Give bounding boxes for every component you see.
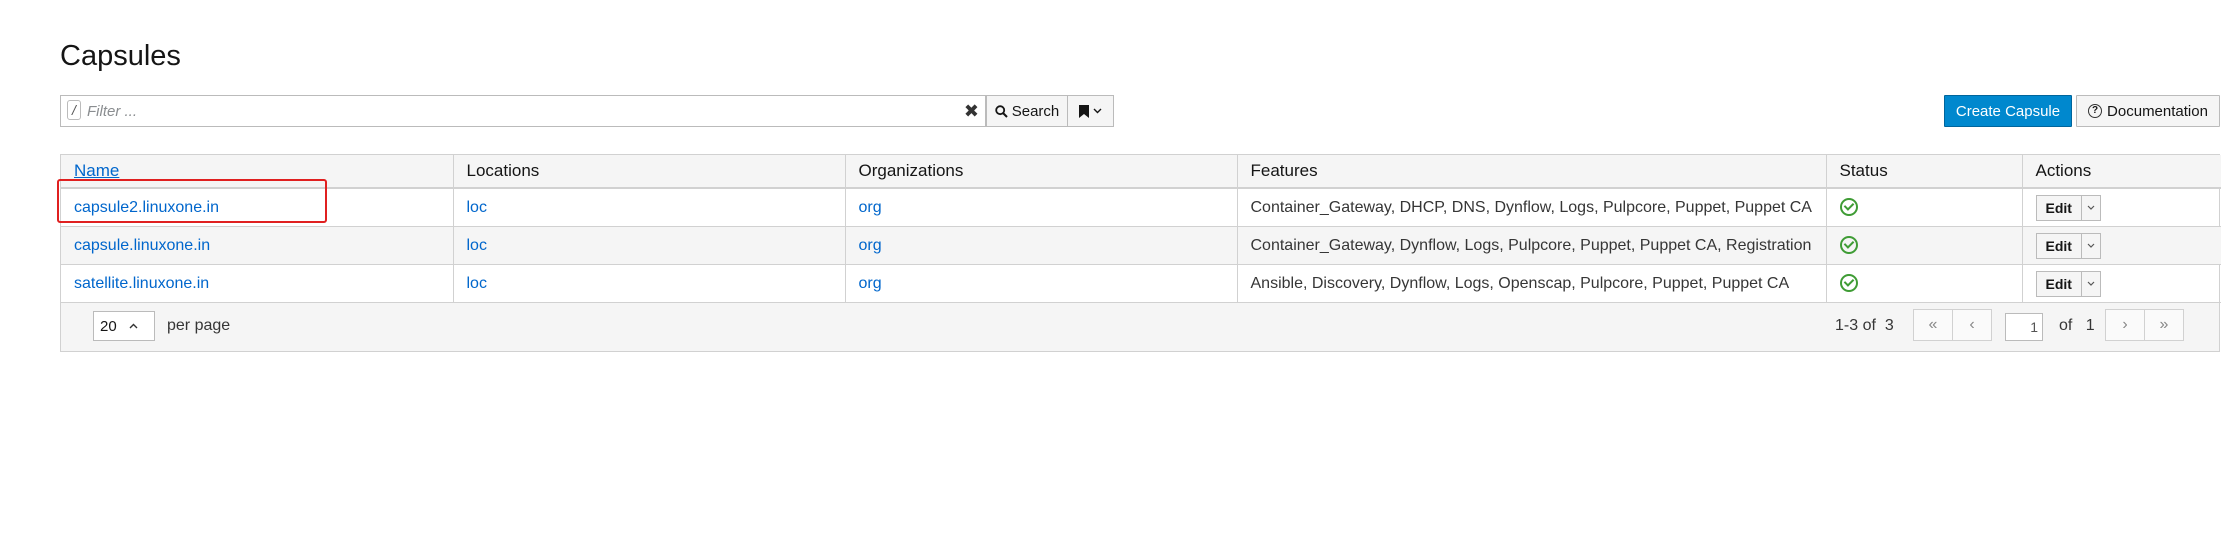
chevron-down-icon [1093, 108, 1102, 114]
chevron-down-icon [2087, 205, 2095, 210]
filter-input[interactable] [87, 99, 947, 123]
double-chevron-right-icon: » [2159, 316, 2169, 333]
search-button[interactable]: Search [986, 95, 1068, 127]
slash-shortcut-icon: / [67, 100, 81, 120]
bookmark-dropdown-button[interactable] [1068, 95, 1114, 127]
capsule-name-link[interactable]: capsule.linuxone.in [74, 237, 210, 254]
column-header-actions: Actions [2022, 155, 2221, 189]
location-link[interactable]: loc [467, 199, 487, 216]
per-page-label: per page [167, 317, 231, 334]
features-cell: Ansible, Discovery, Dynflow, Logs, Opens… [1237, 264, 1827, 303]
actions-dropdown-button[interactable] [2081, 270, 2101, 297]
table-row: capsule.linuxone.in loc org Container_Ga… [61, 226, 2221, 265]
page-of-label: of 1 [2059, 317, 2095, 335]
documentation-button[interactable]: ? Documentation [2076, 95, 2220, 127]
column-header-features: Features [1237, 155, 1827, 189]
range-total: 3 [1884, 317, 1894, 334]
chevron-down-icon [2087, 281, 2095, 286]
create-capsule-button[interactable]: Create Capsule [1944, 95, 2072, 127]
actions-dropdown-button[interactable] [2081, 194, 2101, 221]
previous-page-button[interactable]: ‹ [1952, 309, 1992, 341]
page-title: Capsules [60, 40, 181, 72]
chevron-down-icon [2087, 243, 2095, 248]
capsule-name-link[interactable]: satellite.linuxone.in [74, 275, 209, 292]
per-page-select[interactable]: 20 [93, 311, 155, 341]
pagination-range: 1-3 of 3 [1835, 317, 1894, 335]
column-header-status: Status [1826, 155, 2023, 189]
capsule-name-link[interactable]: capsule2.linuxone.in [74, 199, 219, 216]
table-row: satellite.linuxone.in loc org Ansible, D… [61, 264, 2221, 303]
documentation-label: Documentation [2107, 102, 2208, 120]
column-header-name[interactable]: Name [61, 155, 454, 189]
action-button-group: Edit [2035, 270, 2101, 297]
capsules-table: Name Locations Organizations Features St… [60, 154, 2221, 352]
search-bar[interactable]: / ✖ [60, 95, 986, 127]
column-header-organizations: Organizations [845, 155, 1238, 189]
help-icon: ? [2088, 104, 2103, 118]
clear-icon[interactable]: ✖ [964, 102, 979, 120]
double-chevron-left-icon: « [1928, 316, 1938, 333]
chevron-left-icon: ‹ [1969, 316, 1975, 333]
table-row: capsule2.linuxone.in loc org Container_G… [61, 188, 2221, 227]
of-text: of [2059, 317, 2073, 334]
actions-dropdown-button[interactable] [2081, 232, 2101, 259]
edit-button[interactable]: Edit [2035, 270, 2082, 297]
pagination-bar: 20 per page 1-3 of 3 « ‹ of 1 › » [61, 303, 2219, 351]
location-link[interactable]: loc [467, 275, 487, 292]
status-ok-icon [1839, 274, 1858, 293]
features-cell: Container_Gateway, DHCP, DNS, Dynflow, L… [1237, 188, 1827, 227]
last-page-button[interactable]: » [2144, 309, 2184, 341]
column-header-locations: Locations [453, 155, 846, 189]
total-pages: 1 [2085, 317, 2095, 334]
organization-link[interactable]: org [859, 199, 882, 216]
status-ok-icon [1839, 236, 1858, 255]
action-button-group: Edit [2035, 194, 2101, 221]
chevron-right-icon: › [2122, 316, 2128, 333]
range-text: 1-3 of [1835, 317, 1876, 334]
organization-link[interactable]: org [859, 275, 882, 292]
features-cell: Container_Gateway, Dynflow, Logs, Pulpco… [1237, 226, 1827, 265]
edit-button[interactable]: Edit [2035, 232, 2082, 259]
next-page-button[interactable]: › [2105, 309, 2145, 341]
bookmark-icon [1079, 104, 1089, 118]
page-number-input[interactable] [2005, 313, 2043, 341]
search-icon [995, 104, 1008, 118]
chevron-up-icon [129, 323, 138, 329]
edit-button[interactable]: Edit [2035, 194, 2082, 221]
organization-link[interactable]: org [859, 237, 882, 254]
status-ok-icon [1839, 198, 1858, 217]
per-page-value: 20 [100, 317, 117, 335]
search-button-label: Search [1011, 102, 1060, 120]
location-link[interactable]: loc [467, 237, 487, 254]
action-button-group: Edit [2035, 232, 2101, 259]
first-page-button[interactable]: « [1913, 309, 1953, 341]
